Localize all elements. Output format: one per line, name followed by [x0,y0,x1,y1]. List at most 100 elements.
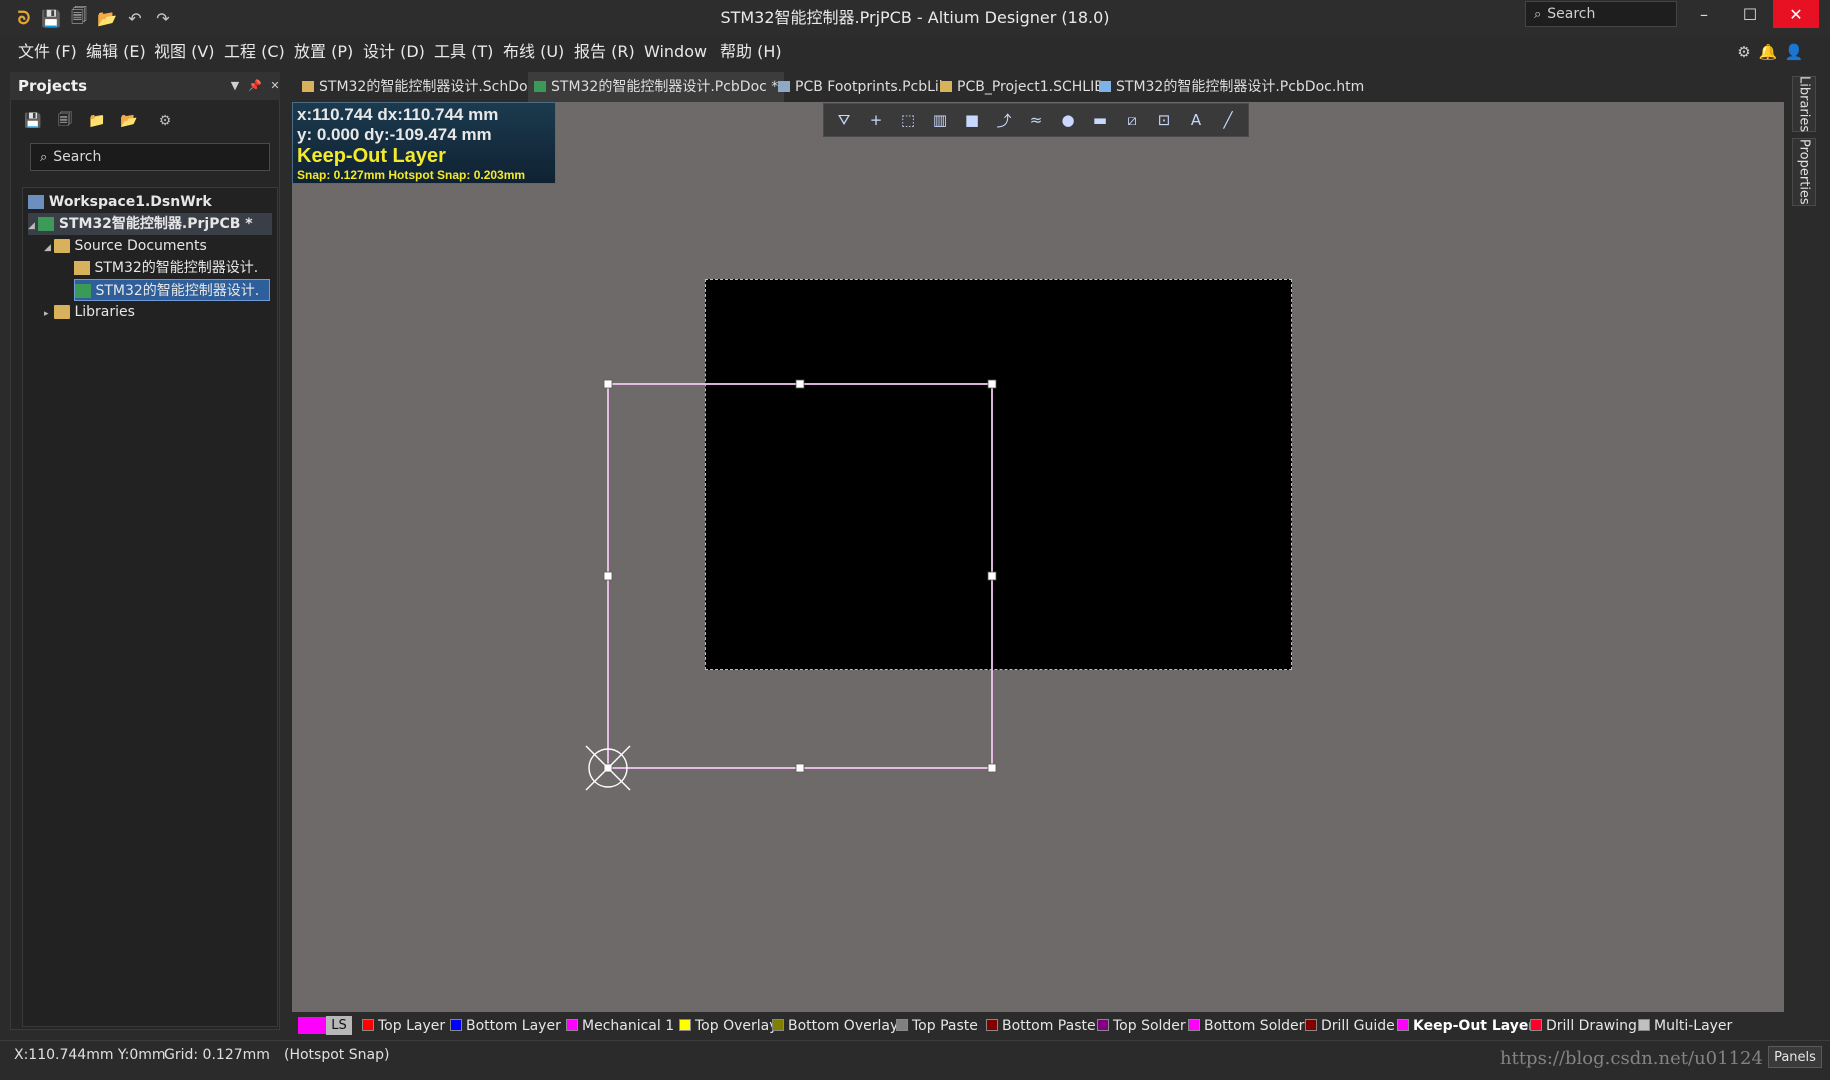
resize-handle[interactable] [795,379,805,389]
text-icon[interactable]: A [1184,108,1208,132]
tab-report-htm[interactable]: STM32的智能控制器设计.PcbDoc.htm [1093,72,1370,102]
menu-reports[interactable]: 报告 (R) [574,36,635,68]
layer-tab-drill-guide[interactable]: Drill Guide [1305,1012,1395,1040]
minimize-button[interactable]: – [1681,0,1727,28]
menu-route[interactable]: 布线 (U) [503,36,564,68]
save-icon[interactable]: 💾 [40,7,62,29]
via-icon[interactable]: ● [1056,108,1080,132]
resize-handle[interactable] [987,379,997,389]
close-button[interactable]: ✕ [1773,0,1819,28]
global-search-input[interactable]: ⌕ Search [1525,1,1677,27]
menu-edit[interactable]: 编辑 (E) [86,36,146,68]
tab-label: STM32的智能控制器设计.PcbDoc.htm [1116,79,1365,95]
polygon-icon[interactable]: ⧄ [1120,108,1144,132]
layer-tab-keep-out-layer[interactable]: Keep-Out Layer [1397,1012,1535,1040]
redo-icon[interactable]: ↷ [152,7,174,29]
resize-handle[interactable] [987,763,997,773]
layer-set-button[interactable]: LS [326,1016,352,1035]
layer-tab-bottom-paste[interactable]: Bottom Paste [986,1012,1096,1040]
keep-out-outline[interactable] [580,370,1000,800]
menu-window[interactable]: Window [644,36,707,68]
keep-out-rectangle[interactable] [607,383,993,769]
status-coords: X:110.744mm Y:0mm [14,1047,166,1063]
tree-item-libraries[interactable]: ▸ Libraries [44,301,135,323]
align-icon[interactable]: ▥ [928,108,952,132]
layer-tab-mechanical-1[interactable]: Mechanical 1 [566,1012,674,1040]
user-icon[interactable]: 👤 [1784,42,1804,62]
settings-icon[interactable]: ⚙ [154,110,176,132]
pin-icon[interactable]: 📌 [246,76,264,94]
line-icon[interactable]: ╱ [1216,108,1240,132]
open-folder-icon[interactable]: 📂 [118,110,140,132]
side-tab-libraries[interactable]: Libraries [1792,76,1816,132]
resize-handle[interactable] [603,379,613,389]
dimension-icon[interactable]: ⊡ [1152,108,1176,132]
layer-tab-multi-layer[interactable]: Multi-Layer [1638,1012,1732,1040]
chevron-down-icon[interactable]: ▼ [226,76,244,94]
tree-item-schdoc[interactable]: STM32的智能控制器设计. [74,257,258,279]
chevron-down-icon[interactable]: ◢ [44,237,54,259]
layer-tab-bottom-layer[interactable]: Bottom Layer [450,1012,561,1040]
resize-handle[interactable] [795,763,805,773]
gear-icon[interactable]: ⚙ [1734,42,1754,62]
undo-icon[interactable]: ↶ [124,7,146,29]
tree-item-source-documents[interactable]: ◢ Source Documents [44,235,207,257]
tab-pcblib[interactable]: PCB Footprints.PcbLib [772,72,954,102]
layer-color-swatch [566,1018,578,1031]
chevron-down-icon[interactable]: ◢ [28,215,38,237]
tab-schlib[interactable]: PCB_Project1.SCHLIB [934,72,1110,102]
menu-place[interactable]: 放置 (P) [294,36,353,68]
layer-tab-bottom-overlay[interactable]: Bottom Overlay [772,1012,898,1040]
chevron-right-icon[interactable]: ▸ [44,303,54,325]
bell-icon[interactable]: 🔔 [1758,42,1778,62]
component-icon[interactable]: ■ [960,108,984,132]
tab-schdoc[interactable]: STM32的智能控制器设计.SchDoc [296,72,541,102]
crosshair-icon[interactable]: + [864,108,888,132]
pcb-doc-icon [534,80,546,92]
layer-tab-top-layer[interactable]: Top Layer [362,1012,445,1040]
route-icon[interactable]: ⤴ [992,108,1016,132]
compile-icon[interactable]: 🗐 [54,110,76,132]
resize-handle[interactable] [603,571,613,581]
save-all-icon[interactable]: 🗐 [68,6,90,29]
menu-tools[interactable]: 工具 (T) [434,36,493,68]
maximize-button[interactable]: ☐ [1727,0,1773,28]
menu-view[interactable]: 视图 (V) [154,36,215,68]
projects-search-input[interactable]: ⌕ Search [30,143,270,171]
layer-tab-label: Bottom Paste [1002,1018,1096,1034]
tree-item-workspace[interactable]: Workspace1.DsnWrk [28,191,212,213]
panels-button[interactable]: Panels [1768,1046,1822,1068]
layer-tab-top-solder[interactable]: Top Solder [1097,1012,1186,1040]
menu-design[interactable]: 设计 (D) [363,36,425,68]
menu-help[interactable]: 帮助 (H) [720,36,782,68]
tab-pcbdoc[interactable]: STM32的智能控制器设计.PcbDoc * [528,72,785,102]
save-project-icon[interactable]: 💾 [22,110,44,132]
tree-label: Libraries [74,304,135,320]
layer-tab-bottom-solder[interactable]: Bottom Solder [1188,1012,1304,1040]
schematic-doc-icon [74,261,90,275]
close-panel-icon[interactable]: ✕ [266,76,284,94]
resize-handle[interactable] [987,571,997,581]
menu-project[interactable]: 工程 (C) [224,36,285,68]
layer-tab-label: Top Layer [378,1018,446,1034]
layer-tab-label: Multi-Layer [1654,1018,1733,1034]
menu-file[interactable]: 文件 (F) [18,36,77,68]
tab-label: PCB Footprints.PcbLib [795,79,948,95]
layer-tab-drill-drawing[interactable]: Drill Drawing [1530,1012,1637,1040]
folder-icon[interactable]: 📁 [86,110,108,132]
layer-set-swatch[interactable] [298,1017,326,1034]
hud-y-coords: y: 0.000 dy:-109.474 mm [297,125,492,144]
open-icon[interactable]: 📂 [96,7,118,29]
tree-item-pcbdoc[interactable]: STM32的智能控制器设计. [74,279,270,301]
layer-tab-label: Top Paste [912,1018,978,1034]
select-rectangle-icon[interactable]: ⬚ [896,108,920,132]
tree-item-project[interactable]: ◢ STM32智能控制器.PrjPCB * [28,213,272,235]
side-tab-properties[interactable]: Properties [1792,138,1816,206]
search-icon: ⌕ [40,149,48,165]
diff-pair-icon[interactable]: ≈ [1024,108,1048,132]
fill-icon[interactable]: ▬ [1088,108,1112,132]
filter-icon[interactable]: ⛛ [832,108,856,132]
app-logo-icon[interactable]: ᘐ [12,6,36,30]
layer-tab-top-paste[interactable]: Top Paste [896,1012,978,1040]
layer-tab-top-overlay[interactable]: Top Overlay [679,1012,778,1040]
